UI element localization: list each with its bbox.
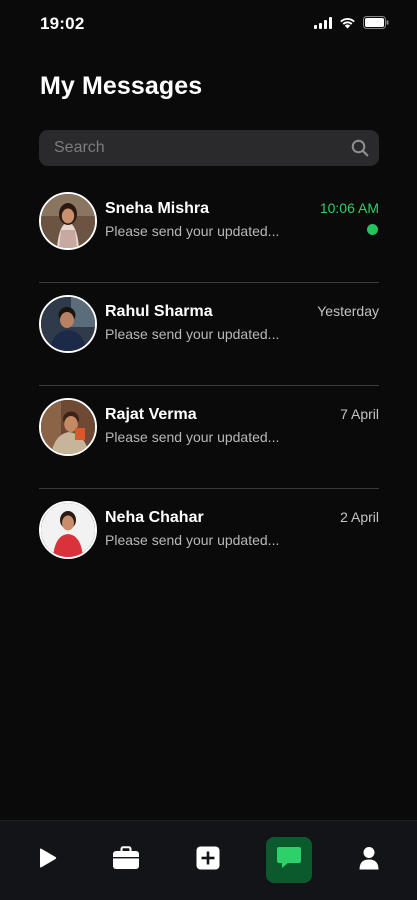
messages-screen: 19:02 My Messages Search Sneha Mishra Pl… [0,0,417,900]
nav-play[interactable] [24,837,70,883]
message-preview: Please send your updated... [105,223,280,239]
status-time: 19:02 [40,14,85,33]
unread-indicator [367,224,378,235]
message-preview: Please send your updated... [105,532,280,548]
signal-icon [314,16,332,29]
nav-create[interactable] [185,837,231,883]
message-list: Sneha Mishra Please send your updated...… [39,180,379,592]
nav-messages[interactable] [266,837,312,883]
chat-icon [276,846,302,875]
message-preview: Please send your updated... [105,429,280,445]
message-item[interactable]: Neha Chahar Please send your updated... … [39,489,379,592]
message-time: 10:06 AM [319,200,379,216]
message-preview: Please send your updated... [105,326,280,342]
nav-jobs[interactable] [103,837,149,883]
contact-name: Rahul Sharma [105,303,213,320]
contact-name: Neha Chahar [105,509,204,526]
message-item[interactable]: Sneha Mishra Please send your updated...… [39,180,379,283]
add-icon [196,846,220,875]
contact-name: Rajat Verma [105,406,197,423]
profile-icon [358,846,380,875]
wifi-icon [339,16,356,29]
search-bar[interactable] [39,130,379,166]
briefcase-icon [112,845,140,875]
avatar[interactable] [39,398,97,456]
message-time: Yesterday [317,303,379,319]
bottom-nav [0,820,417,900]
contact-name: Sneha Mishra [105,200,210,217]
search-icon[interactable] [351,139,369,162]
nav-profile[interactable] [346,837,392,883]
message-time: 2 April [340,509,379,525]
page-title: My Messages [40,72,203,100]
status-bar: 19:02 [0,0,417,48]
status-icons [314,16,389,29]
message-item[interactable]: Rajat Verma Please send your updated... … [39,386,379,489]
avatar[interactable] [39,501,97,559]
message-time: 7 April [340,406,379,422]
play-icon [36,847,58,874]
message-item[interactable]: Rahul Sharma Please send your updated...… [39,283,379,386]
battery-icon [363,16,389,29]
search-input[interactable] [39,130,339,166]
avatar[interactable] [39,192,97,250]
avatar[interactable] [39,295,97,353]
